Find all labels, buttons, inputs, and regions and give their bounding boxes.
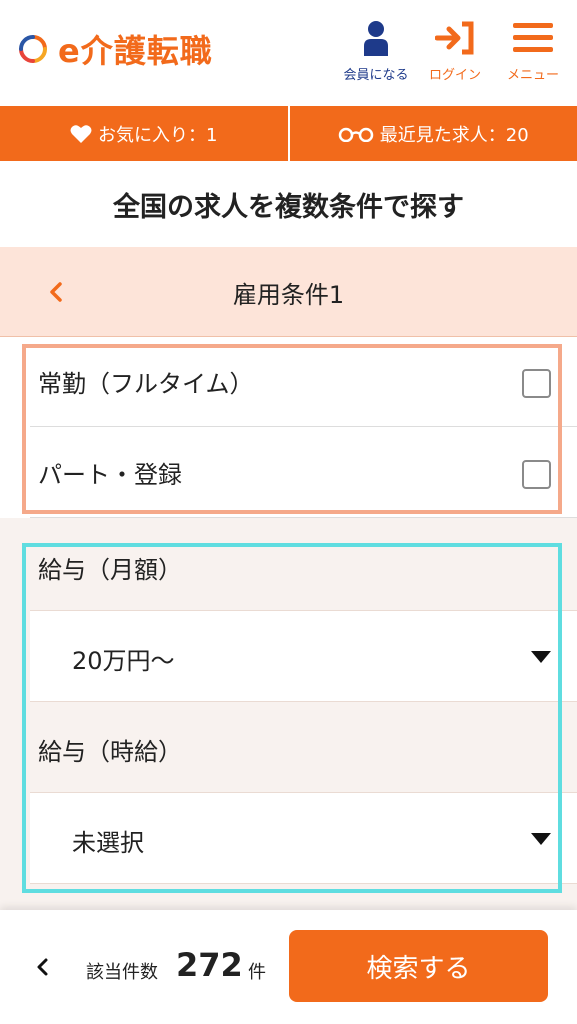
search-footer: 該当件数 272 件 検索する [0,910,577,1024]
heart-icon [70,124,92,143]
employment-option-parttime[interactable]: パート・登録 [30,428,577,518]
result-count-number: 272 [176,946,243,984]
option-label: パート・登録 [38,461,182,489]
section-title: 雇用条件1 [232,280,345,309]
caret-down-icon [531,651,551,663]
employment-option-fulltime[interactable]: 常勤（フルタイム） [30,337,577,427]
hamburger-icon [513,23,553,52]
hourly-salary-label: 給与（時給） [38,738,182,766]
logo-ring-icon [19,35,47,63]
menu-button[interactable]: メニュー [500,20,566,83]
caret-down-icon [531,833,551,845]
fulltime-checkbox[interactable] [522,369,551,398]
person-icon [364,21,388,56]
option-label: 常勤（フルタイム） [38,370,254,398]
login-button[interactable]: ログイン [420,20,490,83]
favorites-recent-bar: お気に入り：1 最近見た求人：20 [0,106,577,161]
salary-section: 給与（月額） 20万円〜 給与（時給） 未選択 [0,518,577,910]
result-count-unit: 件 [248,962,266,983]
hourly-salary-value: 未選択 [72,829,144,857]
member-register-label: 会員になる [343,68,409,83]
monthly-salary-label: 給与（月額） [38,556,182,584]
parttime-checkbox[interactable] [522,460,551,489]
search-button[interactable]: 検索する [289,930,548,1002]
page-title: 全国の求人を複数条件で探す [113,191,464,223]
glasses-icon [338,127,374,142]
menu-label: メニュー [506,68,559,83]
recent-jobs-label: 最近見た求人：20 [379,124,529,146]
chevron-left-icon[interactable] [34,956,50,978]
member-register-button[interactable]: 会員になる [340,20,412,83]
monthly-salary-value: 20万円〜 [72,647,175,675]
site-header: e介護転職 会員になる ログイン メニュー [0,0,577,106]
login-label: ログイン [428,68,481,83]
result-count-label: 該当件数 [86,962,158,983]
logo-text: e介護転職 [58,32,213,70]
favorites-link[interactable]: お気に入り：1 [0,106,288,161]
login-arrow-icon [434,21,474,55]
site-logo[interactable]: e介護転職 [18,26,213,72]
hourly-salary-select[interactable]: 未選択 [30,792,577,884]
employment-type-list: 常勤（フルタイム） パート・登録 [0,337,577,518]
chevron-left-icon[interactable] [44,277,68,307]
recent-jobs-link[interactable]: 最近見た求人：20 [287,106,577,161]
section-header: 雇用条件1 [0,247,577,337]
favorites-label: お気に入り：1 [98,124,218,146]
monthly-salary-select[interactable]: 20万円〜 [30,610,577,702]
